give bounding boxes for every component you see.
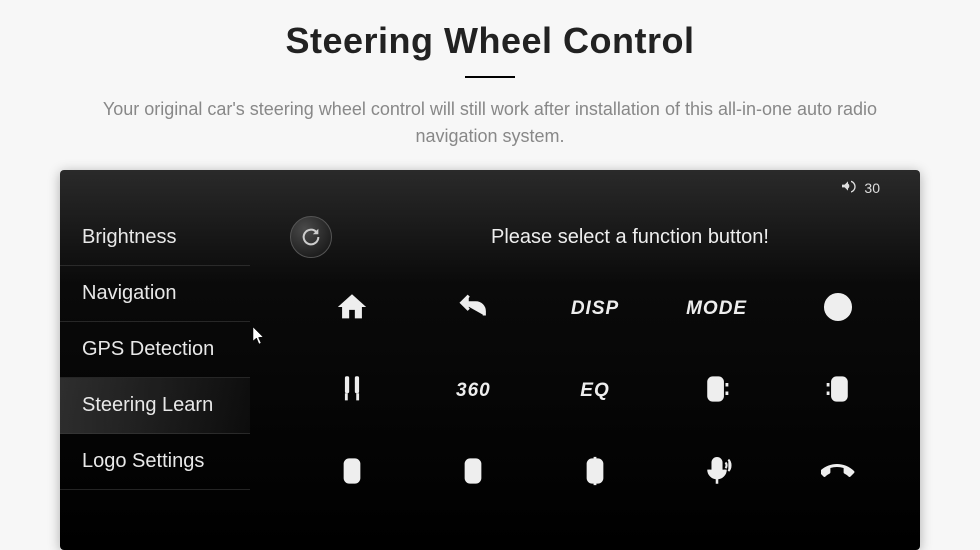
car-right-icon [700,372,734,411]
car-left-icon [821,372,855,411]
car1-icon [335,454,369,493]
sidebar: Brightness Navigation GPS Detection Stee… [60,206,250,550]
fn-car-1[interactable] [300,437,404,509]
fn-home[interactable] [300,273,404,345]
hangup-icon [821,454,855,493]
threesixty-label: 360 [456,380,491,402]
function-grid: DISP MODE 360 [290,273,890,509]
sidebar-item-logo-settings[interactable]: Logo Settings [60,434,250,490]
fn-360[interactable]: 360 [422,355,526,427]
back-icon [456,290,490,329]
screen-content: Brightness Navigation GPS Detection Stee… [60,206,920,550]
fn-hangup[interactable] [786,437,890,509]
status-bar: 30 [840,178,880,197]
title-divider [465,76,515,78]
voice-icon [700,454,734,493]
volume-value: 30 [864,180,880,196]
mode-label: MODE [686,298,747,320]
fn-voice[interactable] [665,437,769,509]
device-screenshot: 30 Brightness Navigation GPS Detection S… [60,170,920,550]
sidebar-item-steering-learn[interactable]: Steering Learn [60,378,250,434]
fn-mode[interactable]: MODE [665,273,769,345]
fn-car-left[interactable] [786,355,890,427]
fn-disp[interactable]: DISP [543,273,647,345]
prompt-text: Please select a function button! [290,212,890,273]
fn-car-3[interactable] [543,437,647,509]
fn-car-right[interactable] [665,355,769,427]
sidebar-item-gps-detection[interactable]: GPS Detection [60,322,250,378]
fn-eq[interactable]: EQ [543,355,647,427]
cursor-icon [252,326,268,351]
car2-icon [456,454,490,493]
fn-back[interactable] [422,273,526,345]
volume-icon [840,178,856,197]
fn-mute[interactable] [786,273,890,345]
mute-icon [821,290,855,329]
fn-aux[interactable] [300,355,404,427]
main-content: Please select a function button! DISP [250,206,920,550]
page-subtitle: Your original car's steering wheel contr… [0,96,980,170]
sidebar-item-brightness[interactable]: Brightness [60,210,250,266]
aux-icon [335,372,369,411]
disp-label: DISP [571,298,619,320]
page-title: Steering Wheel Control [0,0,980,62]
eq-label: EQ [580,380,609,402]
fn-car-2[interactable] [422,437,526,509]
sidebar-item-navigation[interactable]: Navigation [60,266,250,322]
home-icon [335,290,369,329]
car3-icon [578,454,612,493]
refresh-button[interactable] [290,216,332,258]
